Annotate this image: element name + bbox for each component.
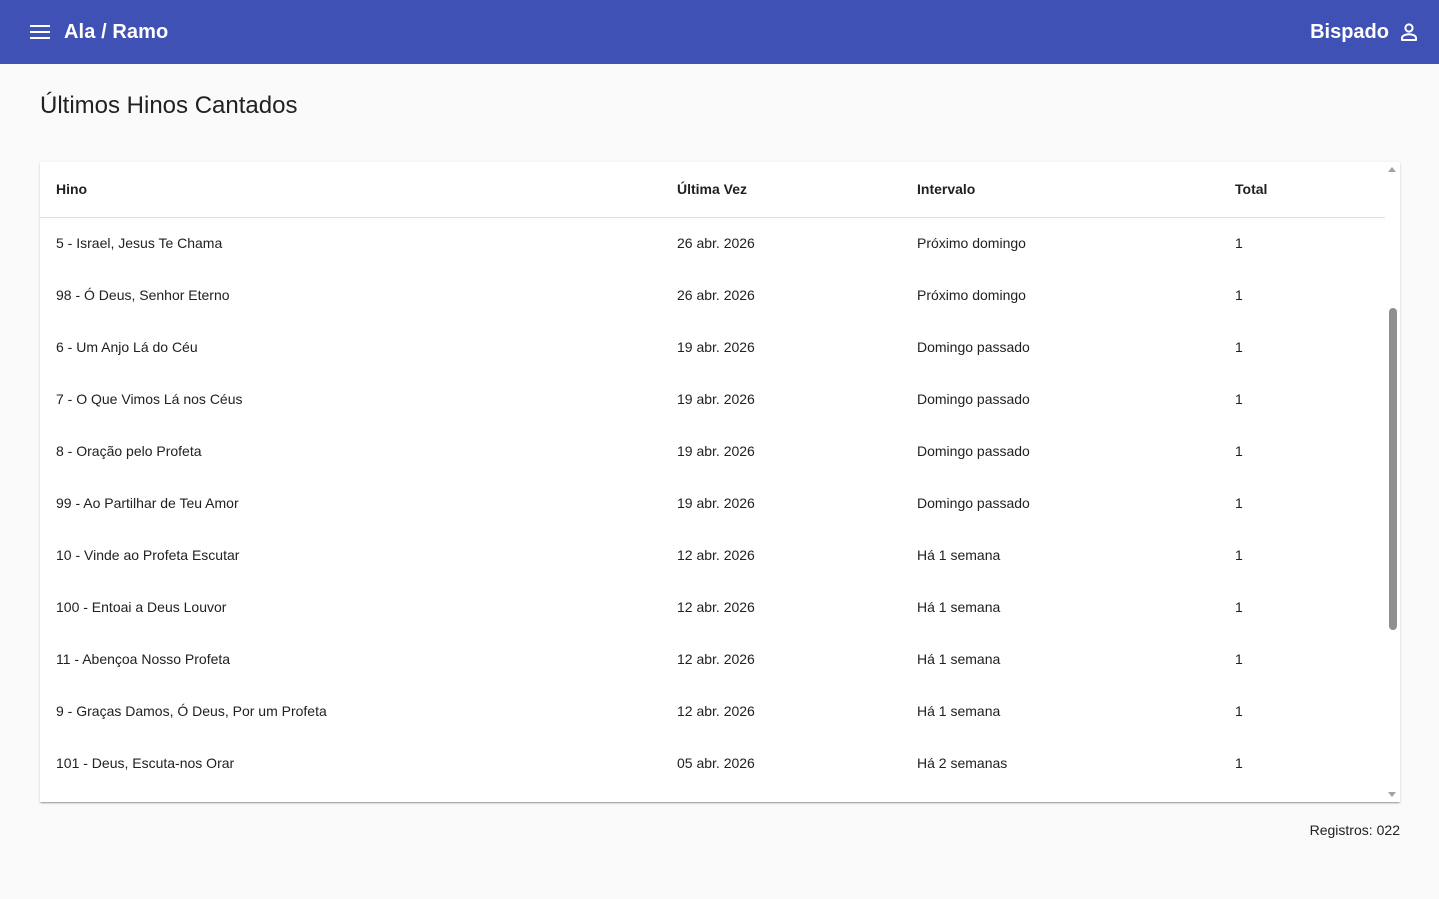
user-label: Bispado [1310, 20, 1389, 43]
cell-total: 1 [1235, 235, 1243, 252]
table-header-row: Hino Última Vez Intervalo Total [40, 162, 1385, 218]
cell-total: 1 [1235, 651, 1243, 667]
cell-ultima-vez: 12 abr. 2026 [677, 547, 755, 563]
column-header-total[interactable]: Total [1219, 162, 1385, 218]
cell-hino: 9 - Graças Damos, Ó Deus, Por um Profeta [56, 703, 327, 719]
cell-intervalo: Domingo passado [917, 443, 1030, 459]
cell-hino: 8 - Oração pelo Profeta [56, 443, 202, 459]
cell-intervalo: Domingo passado [917, 391, 1030, 407]
cell-total: 1 [1235, 547, 1243, 563]
person-icon [1401, 23, 1417, 41]
cell-total: 1 [1235, 287, 1243, 303]
cell-intervalo: Próximo domingo [917, 235, 1026, 252]
cell-intervalo: Há 1 semana [917, 599, 1001, 615]
hymns-table: Hino Última Vez Intervalo Total 5 - Isra… [40, 162, 1385, 789]
top-toolbar: Ala / Ramo Bispado [0, 0, 1439, 64]
cell-ultima-vez: 26 abr. 2026 [677, 287, 755, 303]
table-row[interactable]: 11 - Abençoa Nosso Profeta 12 abr. 2026 Há… [40, 633, 1385, 685]
cell-ultima-vez: 19 abr. 2026 [677, 495, 755, 511]
column-header-ultima-vez[interactable]: Última Vez [661, 162, 901, 218]
menu-icon [30, 25, 50, 39]
records-count: Registros: 022 [1310, 822, 1400, 838]
column-header-hino[interactable]: Hino [40, 162, 661, 218]
records-value: 022 [1376, 822, 1400, 838]
table-row[interactable]: 100 - Entoai a Deus Louvor 12 abr. 2026 Há… [40, 581, 1385, 633]
cell-intervalo: Há 1 semana [917, 547, 1001, 563]
cell-ultima-vez: 05 abr. 2026 [677, 755, 755, 771]
records-label: Registros: [1309, 822, 1373, 838]
cell-hino: 101 - Deus, Escuta-nos Orar [56, 755, 235, 771]
cell-total: 1 [1235, 391, 1243, 407]
table-row[interactable]: 6 - Um Anjo Lá do Céu 19 abr. 2026 Domingo… [40, 321, 1385, 373]
cell-intervalo: Domingo passado [917, 495, 1030, 511]
cell-ultima-vez: 26 abr. 2026 [677, 235, 755, 252]
cell-ultima-vez: 19 abr. 2026 [677, 443, 755, 459]
cell-hino: 11 - Abençoa Nosso Profeta [56, 651, 231, 667]
table-row[interactable]: 5 - Israel, Jesus Te Chama 26 abr. 2026 Pr… [40, 217, 1385, 269]
table-row[interactable]: 99 - Ao Partilhar de Teu Amor 19 abr. 202… [40, 477, 1385, 529]
cell-total: 1 [1235, 339, 1243, 355]
scroll-up-arrow-icon[interactable] [1388, 167, 1396, 172]
cell-total: 1 [1235, 755, 1243, 771]
user-menu-button[interactable]: Bispado [1310, 0, 1419, 64]
cell-intervalo: Há 2 semanas [917, 755, 1008, 771]
cell-hino: 7 - O Que Vimos Lá nos Céus [56, 391, 243, 407]
cell-ultima-vez: 19 abr. 2026 [677, 391, 755, 407]
hymns-table-card: Hino Última Vez Intervalo Total 5 - Isra… [40, 162, 1400, 802]
vertical-scrollbar[interactable] [1385, 162, 1400, 802]
cell-hino: 100 - Entoai a Deus Louvor [56, 599, 227, 615]
cell-intervalo: Domingo passado [917, 339, 1030, 355]
cell-total: 1 [1235, 443, 1243, 459]
cell-hino: 10 - Vinde ao Profeta Escutar [56, 547, 240, 563]
table-row[interactable]: 98 - Ó Deus, Senhor Eterno 26 abr. 2026 Pr… [40, 269, 1385, 321]
cell-hino: 6 - Um Anjo Lá do Céu [56, 339, 198, 355]
scroll-down-arrow-icon[interactable] [1388, 792, 1396, 797]
cell-ultima-vez: 19 abr. 2026 [677, 339, 755, 355]
cell-ultima-vez: 12 abr. 2026 [677, 651, 755, 667]
cell-intervalo: Próximo domingo [917, 287, 1026, 303]
cell-hino: 99 - Ao Partilhar de Teu Amor [56, 495, 239, 511]
cell-intervalo: Há 1 semana [917, 703, 1001, 719]
table-body: 5 - Israel, Jesus Te Chama 26 abr. 2026 Pr… [40, 217, 1385, 789]
app-title: Ala / Ramo [64, 21, 169, 43]
menu-button[interactable] [24, 16, 56, 48]
table-row[interactable]: 8 - Oração pelo Profeta 19 abr. 2026 Domin… [40, 425, 1385, 477]
cell-hino: 5 - Israel, Jesus Te Chama [56, 235, 223, 252]
table-scroll-area[interactable]: Hino Última Vez Intervalo Total 5 - Isra… [40, 162, 1385, 802]
cell-ultima-vez: 12 abr. 2026 [677, 599, 755, 615]
table-row[interactable]: 10 - Vinde ao Profeta Escutar 12 abr. 202… [40, 529, 1385, 581]
table-row[interactable]: 101 - Deus, Escuta-nos Orar 05 abr. 2026 H… [40, 737, 1385, 789]
cell-total: 1 [1235, 703, 1243, 719]
page-title: Últimos Hinos Cantados [40, 92, 298, 119]
cell-total: 1 [1235, 599, 1243, 615]
cell-hino: 98 - Ó Deus, Senhor Eterno [56, 287, 230, 303]
table-row[interactable]: 9 - Graças Damos, Ó Deus, Por um Profeta… [40, 685, 1385, 737]
cell-intervalo: Há 1 semana [917, 651, 1001, 667]
scrollbar-thumb[interactable] [1389, 308, 1397, 630]
table-row[interactable]: 7 - O Que Vimos Lá nos Céus 19 abr. 2026 D… [40, 373, 1385, 425]
cell-ultima-vez: 12 abr. 2026 [677, 703, 755, 719]
column-header-intervalo[interactable]: Intervalo [901, 162, 1219, 218]
cell-total: 1 [1235, 495, 1243, 511]
